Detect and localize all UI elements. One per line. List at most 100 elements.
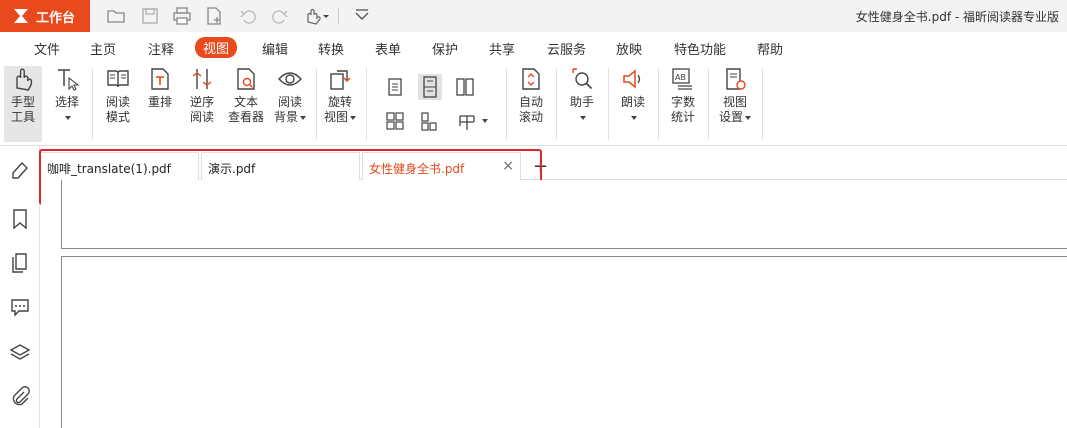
read-mode-button[interactable]: 阅读 模式 [100,66,136,125]
menu-cloud[interactable]: 云服务 [547,39,586,58]
view-settings-button[interactable]: 视图 设置 [714,66,756,125]
customize-dropdown-icon[interactable] [352,6,372,26]
separate-cover-icon[interactable] [418,110,440,132]
continuous-page-icon[interactable] [418,74,442,100]
menu-features[interactable]: 特色功能 [674,39,726,58]
read-mode-label-2: 模式 [105,110,130,124]
assistant-caret-icon [580,115,586,120]
hand-dropdown-icon[interactable] [302,6,330,26]
split-view-dropdown-icon[interactable] [456,110,492,132]
redo-icon[interactable] [270,6,290,26]
view-settings-caret-icon [745,115,751,120]
menu-bar: 文件 主页 注释 视图 编辑 转换 表单 保护 共享 云服务 放映 特色功能 帮… [0,32,1067,62]
menu-convert[interactable]: 转换 [318,39,344,58]
menu-home[interactable]: 主页 [90,39,116,58]
reflow-button[interactable]: 重排 [144,66,176,110]
pages-icon[interactable] [9,252,31,274]
word-count-button[interactable]: AB 字数 统计 [666,66,700,125]
auto-scroll-label-1: 自动 [518,95,543,109]
reflow-icon [151,68,169,90]
menu-edit[interactable]: 编辑 [262,39,288,58]
word-count-label-1: 字数 [670,95,695,109]
read-aloud-caret-icon [631,115,637,120]
workbench-button[interactable]: 工作台 [0,0,90,32]
auto-scroll-label-2: 滚动 [518,110,543,124]
reverse-read-label-2: 阅读 [189,110,214,124]
assistant-label: 助手 [569,95,594,109]
pdf-page[interactable] [61,256,1067,428]
select-tool-button[interactable]: 选择 [50,66,84,125]
separator [338,8,339,24]
menu-protect[interactable]: 保护 [432,39,458,58]
pdf-page[interactable] [61,180,1067,249]
eye-icon [278,72,302,86]
ribbon-separator [316,68,317,140]
menu-help[interactable]: 帮助 [757,39,783,58]
new-doc-icon[interactable] [204,6,224,26]
continuous-facing-icon[interactable] [384,110,406,132]
text-viewer-label-1: 文本 [233,95,258,109]
select-text-icon [58,69,80,91]
book-icon [107,70,129,88]
speaker-icon [623,69,641,89]
view-settings-icon [726,68,746,90]
view-settings-label-2: 设置 [718,110,743,124]
hand-tool-label-2: 工具 [10,110,35,124]
ribbon-separator [506,68,507,140]
assistant-button[interactable]: 助手 [564,66,600,125]
select-label: 选择 [54,95,79,109]
read-background-button[interactable]: 阅读 背景 [270,66,310,125]
attachment-icon[interactable] [9,386,31,408]
menu-share[interactable]: 共享 [489,39,515,58]
text-viewer-label-2: 查看器 [227,110,264,124]
text-viewer-button[interactable]: 文本 查看器 [226,66,266,125]
menu-view[interactable]: 视图 [195,37,238,58]
bookmark-icon[interactable] [9,208,31,230]
read-bg-label-1: 阅读 [277,95,302,109]
rotate-caret-icon [350,115,356,120]
ribbon-separator [366,68,367,140]
ribbon-separator [762,68,763,140]
hand-icon [16,68,33,91]
auto-scroll-button[interactable]: 自动 滚动 [512,66,550,125]
ribbon-separator [708,68,709,140]
read-bg-label-2: 背景 [273,110,298,124]
svg-text:AB: AB [675,73,686,82]
reverse-read-button[interactable]: 逆序 阅读 [186,66,218,125]
word-count-label-2: 统计 [670,110,695,124]
print-icon[interactable] [172,6,192,26]
menu-annotate[interactable]: 注释 [148,39,174,58]
ribbon-separator [608,68,609,140]
save-icon[interactable] [140,6,160,26]
comments-icon[interactable] [9,296,31,318]
rotate-view-button[interactable]: 旋转 视图 [320,66,360,125]
menu-form[interactable]: 表单 [375,39,401,58]
text-viewer-icon [237,68,255,90]
undo-icon[interactable] [238,6,258,26]
view-settings-label-1: 视图 [722,95,747,109]
rotate-label-2: 视图 [323,110,348,124]
read-aloud-button[interactable]: 朗读 [616,66,650,125]
reverse-read-label-1: 逆序 [189,95,214,109]
select-caret-icon [65,115,71,120]
menu-slideshow[interactable]: 放映 [616,39,642,58]
ribbon-separator [658,68,659,140]
title-bar: 工作台 女性健身全书.pdf - 福昕阅读器专业版 [0,0,1067,32]
rotate-icon [330,70,351,90]
rotate-label-1: 旋转 [327,95,352,109]
read-bg-caret-icon [300,115,306,120]
reflow-label: 重排 [147,95,172,109]
assistant-search-icon [572,68,593,90]
layers-icon[interactable] [9,342,31,364]
document-title: 女性健身全书.pdf - 福昕阅读器专业版 [855,10,1059,24]
hand-tool-button[interactable]: 手型 工具 [4,66,42,142]
hand-tool-label-1: 手型 [10,95,35,109]
read-aloud-label: 朗读 [620,95,645,109]
foxit-logo-icon [14,9,28,23]
open-folder-icon[interactable] [106,6,126,26]
menu-file[interactable]: 文件 [34,39,60,58]
single-page-icon[interactable] [384,76,406,98]
facing-page-icon[interactable] [454,76,476,98]
eraser-icon[interactable] [9,158,31,180]
ribbon-separator [556,68,557,140]
